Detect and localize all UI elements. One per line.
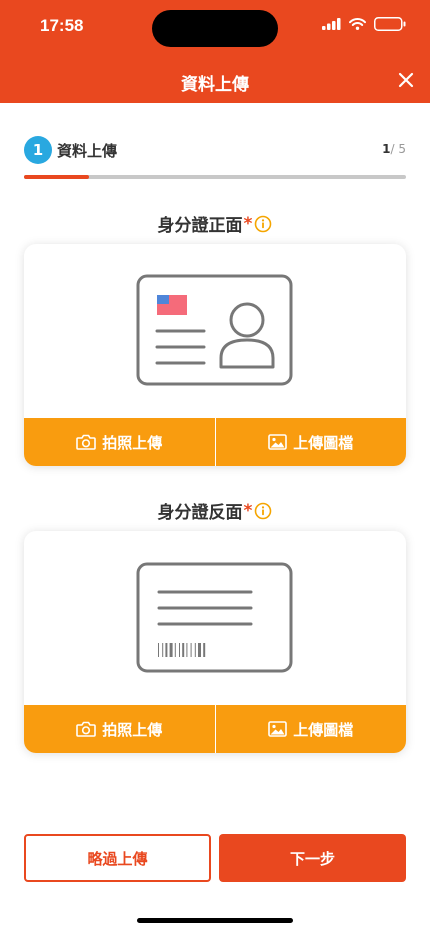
dynamic-island <box>152 10 278 47</box>
id-front-card: 拍照上傳 上傳圖檔 <box>24 244 406 466</box>
id-back-actions: 拍照上傳 上傳圖檔 <box>24 705 406 753</box>
info-icon[interactable] <box>254 215 272 233</box>
step-total: 5 <box>398 142 406 156</box>
next-step-button[interactable]: 下一步 <box>219 834 406 882</box>
status-icons <box>322 17 406 31</box>
progress-bar <box>24 175 406 179</box>
id-front-actions: 拍照上傳 上傳圖檔 <box>24 418 406 466</box>
front-photo-label: 拍照上傳 <box>102 433 163 452</box>
info-icon[interactable] <box>254 502 272 520</box>
skip-upload-button[interactable]: 略過上傳 <box>24 834 211 882</box>
progress-fill <box>24 175 89 179</box>
status-time: 17:58 <box>40 16 84 35</box>
id-back-illustration <box>24 531 406 705</box>
front-upload-button[interactable]: 上傳圖檔 <box>214 418 407 466</box>
back-photo-label: 拍照上傳 <box>102 720 163 739</box>
step-number-badge: 1 <box>24 136 52 164</box>
back-section-title: 身分證反面 * <box>0 498 430 523</box>
front-section-title: 身分證正面 * <box>0 211 430 236</box>
front-photo-button[interactable]: 拍照上傳 <box>24 418 215 466</box>
close-button[interactable] <box>394 68 418 92</box>
close-icon <box>398 72 414 88</box>
signal-icon <box>322 18 341 30</box>
image-icon <box>268 434 288 450</box>
id-back-card: 拍照上傳 上傳圖檔 <box>24 531 406 753</box>
id-front-illustration <box>24 244 406 418</box>
home-indicator <box>137 918 293 923</box>
wifi-icon <box>349 18 366 30</box>
battery-icon <box>374 17 406 31</box>
step-label: 資料上傳 <box>57 142 118 160</box>
required-mark: * <box>243 213 253 234</box>
front-upload-label: 上傳圖檔 <box>293 433 354 452</box>
app-header: 17:58 資料上傳 <box>0 0 430 103</box>
step-separator: / <box>390 142 395 156</box>
step-counter: 1/ 5 <box>382 142 406 156</box>
back-title-text: 身分證反面 <box>157 503 243 523</box>
required-mark: * <box>243 500 253 521</box>
camera-icon <box>76 721 97 737</box>
back-upload-button[interactable]: 上傳圖檔 <box>214 705 407 753</box>
camera-icon <box>76 434 97 450</box>
image-icon <box>268 721 288 737</box>
step-indicator: 1 資料上傳 1/ 5 <box>24 136 406 164</box>
front-title-text: 身分證正面 <box>157 216 243 236</box>
back-upload-label: 上傳圖檔 <box>293 720 354 739</box>
back-photo-button[interactable]: 拍照上傳 <box>24 705 215 753</box>
page-title: 資料上傳 <box>181 75 249 95</box>
